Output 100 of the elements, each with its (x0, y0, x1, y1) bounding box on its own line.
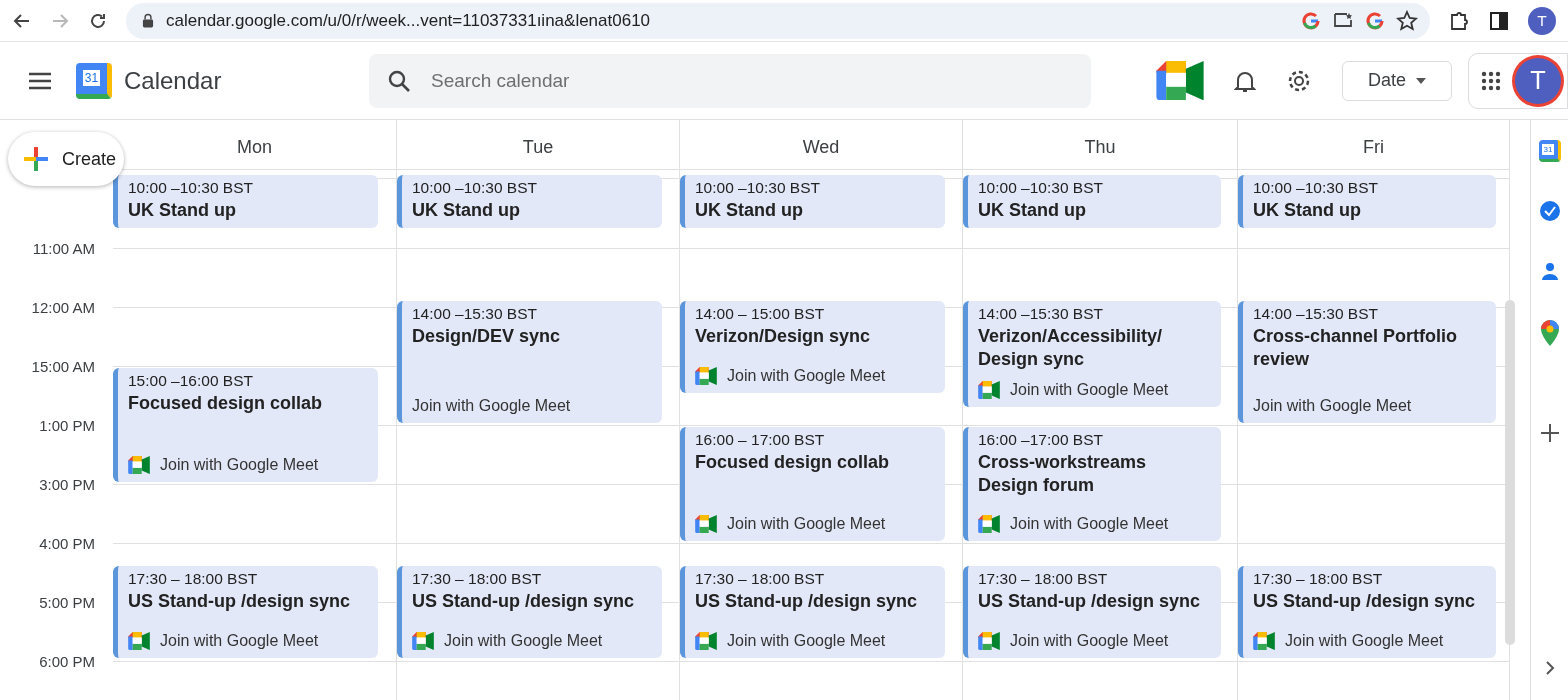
event-card[interactable]: 16:00 –17:00 BST Cross-workstreams Design forum Join with Google Meet (963, 427, 1221, 541)
video-call-icon (695, 366, 717, 385)
meet-link[interactable]: Join with Google Meet (1010, 381, 1169, 399)
video-call-icon (1253, 631, 1275, 650)
event-time: 10:00 –10:30 BST (128, 179, 254, 197)
menu-icon[interactable] (28, 71, 52, 90)
meet-link[interactable]: Join with Google Meet (1010, 515, 1169, 533)
event-card[interactable]: 14:00 – 15:00 BST Verizon/Design sync Join with Google Meet (680, 301, 945, 393)
event-time: 17:30 – 18:00 BST (695, 570, 826, 588)
event-card[interactable]: 14:00 –15:30 BST Verizon/Accessibility/ Design sync Join with Google Meet (963, 301, 1221, 407)
meet-link[interactable]: Join with Google Meet (727, 367, 886, 385)
video-call-icon (695, 514, 717, 533)
day-header: Wed (802, 137, 840, 159)
account-avatar[interactable]: T (1515, 57, 1561, 104)
plus-icon (22, 145, 50, 173)
meet-link[interactable]: Join with Google Meet (727, 632, 886, 650)
event-time: 16:00 – 17:00 BST (695, 431, 826, 449)
meet-link[interactable]: Join with Google Meet (412, 397, 571, 415)
create-button[interactable]: Create (8, 132, 124, 186)
event-title: Focused design collab (128, 392, 324, 415)
event-card[interactable]: 10:00 –10:30 BST UK Stand up (680, 175, 945, 228)
event-time: 17:30 – 18:00 BST (978, 570, 1109, 588)
profile-avatar[interactable]: T (1528, 6, 1556, 35)
event-card[interactable]: 17:30 – 18:00 BST US Stand-up /design sync Join with Google Meet (680, 566, 945, 658)
event-card[interactable]: 10:00 –10:30 BST UK Stand up (963, 175, 1221, 228)
apps-grid-icon[interactable] (1481, 70, 1501, 91)
view-dropdown[interactable]: Date (1342, 60, 1452, 101)
event-title: UK Stand up (1253, 199, 1362, 222)
event-card[interactable]: 17:30 – 18:00 BST US Stand-up /design sync Join with Google Meet (1238, 566, 1496, 658)
chevron-right-icon[interactable] (1544, 660, 1555, 676)
google-g-icon[interactable] (1300, 9, 1322, 32)
video-call-icon (978, 380, 1000, 399)
video-call-icon (128, 455, 150, 474)
event-title: US Stand-up /design sync (412, 590, 636, 613)
event-title: US Stand-up /design sync (978, 590, 1202, 613)
url-text: calendar.google.com/u/0/r/week...vent=11037331ıina&lenat0610 (166, 10, 651, 31)
event-title: Cross-workstreams Design forum (978, 451, 1148, 497)
event-card[interactable]: 14:00 –15:30 BST Cross-channel Portfolio review Join with Google Meet (1238, 301, 1496, 423)
meet-link[interactable]: Join with Google Meet (727, 515, 886, 533)
map-pin-icon[interactable] (1539, 320, 1560, 346)
meet-link[interactable]: Join with Google Meet (160, 456, 319, 474)
meet-link[interactable]: Join with Google Meet (444, 632, 603, 650)
time-label: 4:00 PM (38, 535, 96, 554)
day-header: Thu (1084, 137, 1116, 159)
meet-link[interactable]: Join with Google Meet (160, 632, 319, 650)
time-label: 1:00 PM (38, 417, 96, 436)
video-call-icon (695, 631, 717, 650)
calendar-logo: 31 (76, 62, 112, 99)
event-time: 17:30 – 18:00 BST (1253, 570, 1384, 588)
search-input[interactable]: Search calendar (429, 68, 1073, 93)
meet-link[interactable]: Join with Google Meet (1010, 632, 1169, 650)
search-icon (387, 68, 411, 93)
event-time: 17:30 – 18:00 BST (128, 570, 259, 588)
day-header: Tue (522, 137, 554, 159)
event-time: 10:00 –10:30 BST (1253, 179, 1379, 197)
event-card[interactable]: 17:30 – 18:00 BST US Stand-up /design sync Join with Google Meet (397, 566, 662, 658)
event-time: 14:00 – 15:00 BST (695, 305, 826, 323)
video-call-icon (128, 631, 150, 650)
event-card[interactable]: 10:00 –10:30 BST UK Stand up (1238, 175, 1496, 228)
event-card[interactable]: 14:00 –15:30 BST Design/DEV sync Join with Google Meet (397, 301, 662, 423)
event-time: 15:00 –16:00 BST (128, 372, 254, 390)
event-time: 14:00 –15:30 BST (412, 305, 538, 323)
video-call-icon (1156, 60, 1204, 101)
event-title: UK Stand up (978, 199, 1087, 222)
google-g-icon[interactable] (1364, 9, 1386, 32)
star-icon[interactable] (1396, 9, 1418, 32)
lock-icon (140, 11, 156, 30)
puzzle-icon[interactable] (1448, 9, 1470, 32)
calendar-logo[interactable]: 31 (1538, 140, 1561, 162)
time-label: 6:00 PM (38, 653, 96, 672)
event-card[interactable]: 17:30 – 18:00 BST US Stand-up /design sync Join with Google Meet (963, 566, 1221, 658)
event-card[interactable]: 15:00 –16:00 BST Focused design collab Join with Google Meet (113, 368, 378, 482)
event-time: 14:00 –15:30 BST (1253, 305, 1379, 323)
event-card[interactable]: 10:00 –10:30 BST UK Stand up (113, 175, 378, 228)
scrollbar[interactable] (1505, 300, 1515, 645)
time-label: 15:00 AM (30, 358, 96, 377)
search-field[interactable]: Search calendar (369, 53, 1091, 108)
event-title: US Stand-up /design sync (1253, 590, 1477, 613)
event-card[interactable]: 10:00 –10:30 BST UK Stand up (397, 175, 662, 228)
sidebar-icon[interactable] (1488, 9, 1510, 32)
time-label: 11:00 AM (31, 240, 96, 259)
address-bar[interactable]: calendar.google.com/u/0/r/week...vent=11037331ıina&lenat0610 (126, 2, 1430, 39)
event-title: US Stand-up /design sync (128, 590, 352, 613)
event-title: UK Stand up (412, 199, 521, 222)
day-header: Mon (237, 137, 272, 159)
event-title: US Stand-up /design sync (695, 590, 919, 613)
event-time: 10:00 –10:30 BST (978, 179, 1104, 197)
meet-link[interactable]: Join with Google Meet (1285, 632, 1444, 650)
event-card[interactable]: 16:00 – 17:00 BST Focused design collab Join with Google Meet (680, 427, 945, 541)
event-title: UK Stand up (128, 199, 237, 222)
time-label: 12:00 AM (30, 299, 96, 318)
meet-link[interactable]: Join with Google Meet (1253, 397, 1412, 415)
event-title: Verizon/Accessibility/ Design sync (978, 325, 1164, 371)
add-icon[interactable] (1540, 424, 1559, 442)
video-call-icon (412, 631, 434, 650)
tasks-icon[interactable] (1538, 200, 1561, 222)
time-label: 3:00 PM (38, 476, 96, 495)
time-label: 5:00 PM (38, 594, 96, 613)
event-title: UK Stand up (695, 199, 804, 222)
event-card[interactable]: 17:30 – 18:00 BST US Stand-up /design sync Join with Google Meet (113, 566, 378, 658)
